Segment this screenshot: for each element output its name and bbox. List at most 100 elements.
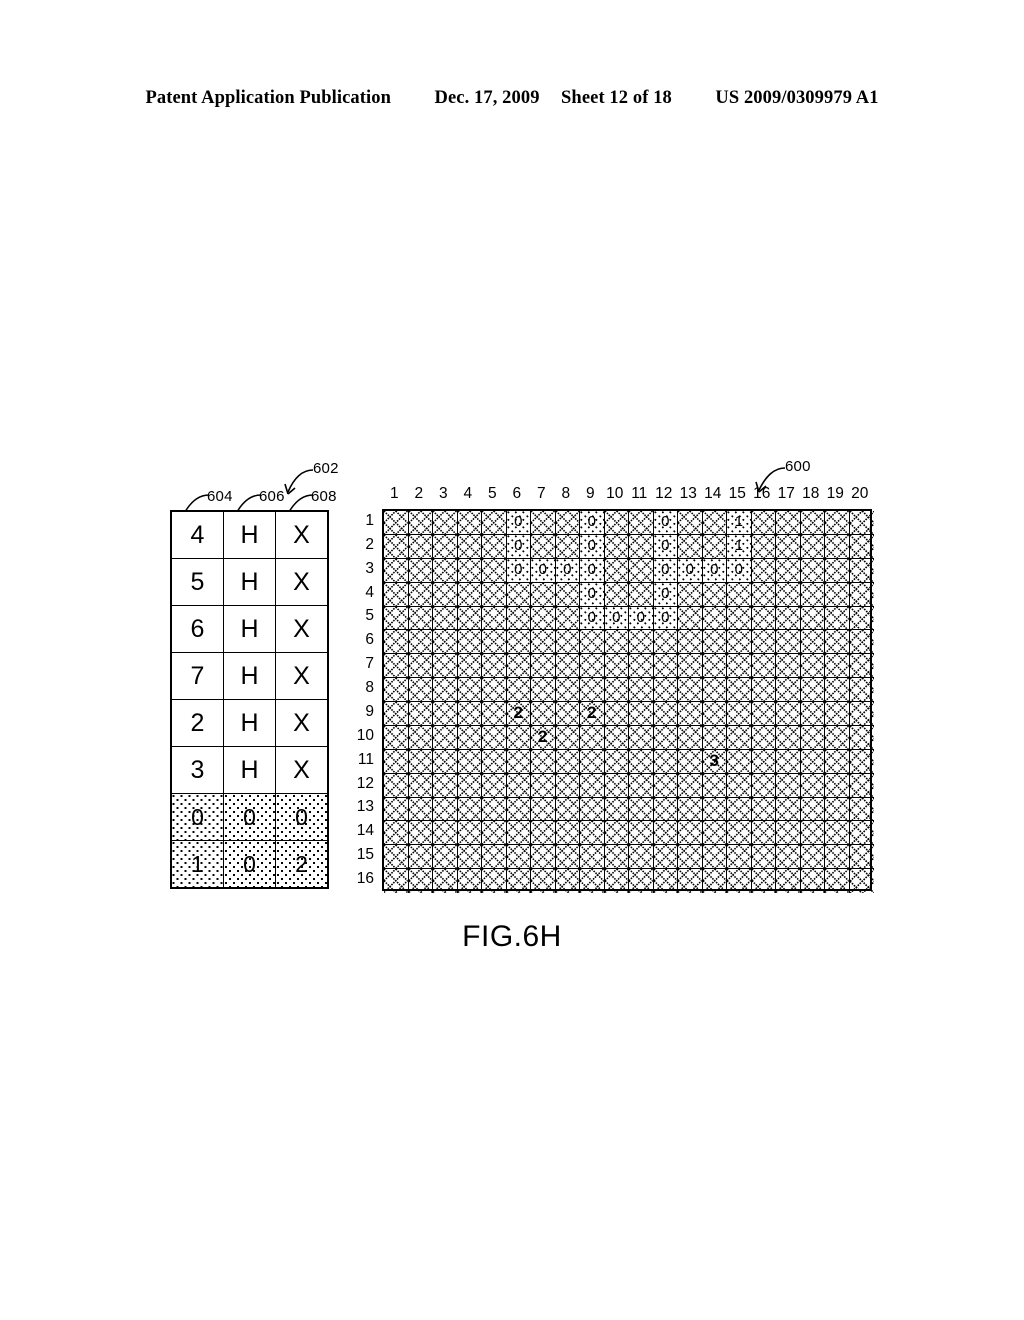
grid-cell-marked[interactable]: 2 [531, 725, 556, 750]
grid-cell[interactable] [433, 678, 458, 702]
grid-cell[interactable] [653, 725, 678, 750]
grid-cell[interactable] [629, 678, 654, 702]
grid-cell[interactable] [531, 797, 556, 822]
grid-cell-marked[interactable]: 0 [580, 582, 605, 607]
grid-cell[interactable] [751, 869, 776, 893]
grid-cell-marked[interactable]: 3 [702, 749, 727, 774]
grid-cell[interactable] [555, 630, 580, 655]
grid-cell[interactable] [580, 749, 605, 774]
grid-cell[interactable] [629, 582, 654, 607]
grid-cell[interactable] [629, 534, 654, 559]
grid-cell[interactable] [408, 749, 433, 774]
grid-cell[interactable] [727, 725, 752, 750]
grid-cell[interactable] [678, 869, 703, 893]
grid-cell[interactable] [580, 821, 605, 846]
grid-cell[interactable] [433, 654, 458, 679]
grid-cell[interactable] [678, 654, 703, 679]
grid-cell[interactable] [555, 845, 580, 870]
grid-cell[interactable] [653, 654, 678, 679]
grid-cell[interactable] [849, 797, 874, 822]
grid-cell[interactable] [629, 558, 654, 583]
grid-cell[interactable] [825, 725, 850, 750]
grid-cell[interactable] [776, 678, 801, 702]
grid-cell[interactable] [482, 821, 507, 846]
grid-cell[interactable] [702, 582, 727, 607]
grid-cell[interactable] [555, 869, 580, 893]
grid-cell[interactable] [506, 630, 531, 655]
grid-cell[interactable] [629, 797, 654, 822]
grid-cell[interactable] [702, 797, 727, 822]
grid-cell[interactable] [506, 678, 531, 702]
grid-cell[interactable] [825, 582, 850, 607]
grid-cell[interactable] [825, 869, 850, 893]
grid-cell[interactable] [506, 749, 531, 774]
grid-cell[interactable] [629, 821, 654, 846]
grid-cell[interactable] [506, 845, 531, 870]
grid-cell[interactable] [555, 678, 580, 702]
grid-cell[interactable] [849, 821, 874, 846]
grid-cell[interactable] [702, 654, 727, 679]
grid-cell-marked[interactable]: 0 [506, 534, 531, 559]
grid-cell[interactable] [776, 654, 801, 679]
grid-cell[interactable] [653, 678, 678, 702]
grid-cell-marked[interactable]: 1 [727, 534, 752, 559]
grid-cell[interactable] [555, 654, 580, 679]
grid-cell[interactable] [482, 654, 507, 679]
grid-cell[interactable] [825, 845, 850, 870]
grid-cell[interactable] [531, 869, 556, 893]
grid-cell[interactable] [384, 606, 409, 631]
grid-cell[interactable] [776, 534, 801, 559]
grid-cell[interactable] [457, 558, 482, 583]
grid-cell-marked[interactable]: 0 [653, 582, 678, 607]
grid-cell[interactable] [629, 511, 654, 535]
grid-cell[interactable] [776, 845, 801, 870]
grid-cell[interactable] [776, 821, 801, 846]
grid-cell[interactable] [506, 654, 531, 679]
grid-cell[interactable] [653, 702, 678, 726]
grid-cell[interactable] [384, 702, 409, 726]
grid-cell[interactable] [751, 511, 776, 535]
grid-cell[interactable] [678, 749, 703, 774]
grid-cell[interactable] [457, 773, 482, 798]
grid-cell[interactable] [580, 654, 605, 679]
grid-cell-marked[interactable]: 0 [531, 558, 556, 583]
grid-cell[interactable] [849, 678, 874, 702]
grid-cell[interactable] [384, 725, 409, 750]
grid-cell[interactable] [408, 558, 433, 583]
grid-cell[interactable] [482, 797, 507, 822]
grid-cell[interactable] [506, 821, 531, 846]
grid-cell[interactable] [531, 773, 556, 798]
grid-cell[interactable] [433, 534, 458, 559]
grid-cell[interactable] [482, 678, 507, 702]
grid-cell[interactable] [384, 797, 409, 822]
grid-cell-marked[interactable]: 0 [702, 558, 727, 583]
grid-cell[interactable] [604, 797, 629, 822]
grid-cell[interactable] [629, 725, 654, 750]
grid-cell[interactable] [751, 654, 776, 679]
grid-cell[interactable] [702, 773, 727, 798]
grid-cell-marked[interactable]: 0 [653, 534, 678, 559]
grid-cell[interactable] [408, 511, 433, 535]
grid-cell[interactable] [457, 702, 482, 726]
grid-cell[interactable] [555, 582, 580, 607]
grid-cell[interactable] [580, 725, 605, 750]
grid-cell[interactable] [482, 773, 507, 798]
grid-cell[interactable] [678, 606, 703, 631]
grid-cell[interactable] [531, 630, 556, 655]
grid-cell[interactable] [555, 702, 580, 726]
grid-cell[interactable] [457, 845, 482, 870]
grid-cell[interactable] [727, 606, 752, 631]
grid-cell[interactable] [849, 511, 874, 535]
grid-cell[interactable] [702, 511, 727, 535]
grid-cell[interactable] [825, 821, 850, 846]
grid-cell[interactable] [776, 869, 801, 893]
grid-cell-marked[interactable]: 0 [653, 606, 678, 631]
grid-cell[interactable] [482, 606, 507, 631]
grid-cell[interactable] [751, 582, 776, 607]
grid-cell[interactable] [678, 702, 703, 726]
grid-cell-marked[interactable]: 0 [506, 511, 531, 535]
grid-cell[interactable] [776, 773, 801, 798]
grid-cell[interactable] [629, 845, 654, 870]
grid-cell[interactable] [751, 606, 776, 631]
grid-cell[interactable] [580, 869, 605, 893]
